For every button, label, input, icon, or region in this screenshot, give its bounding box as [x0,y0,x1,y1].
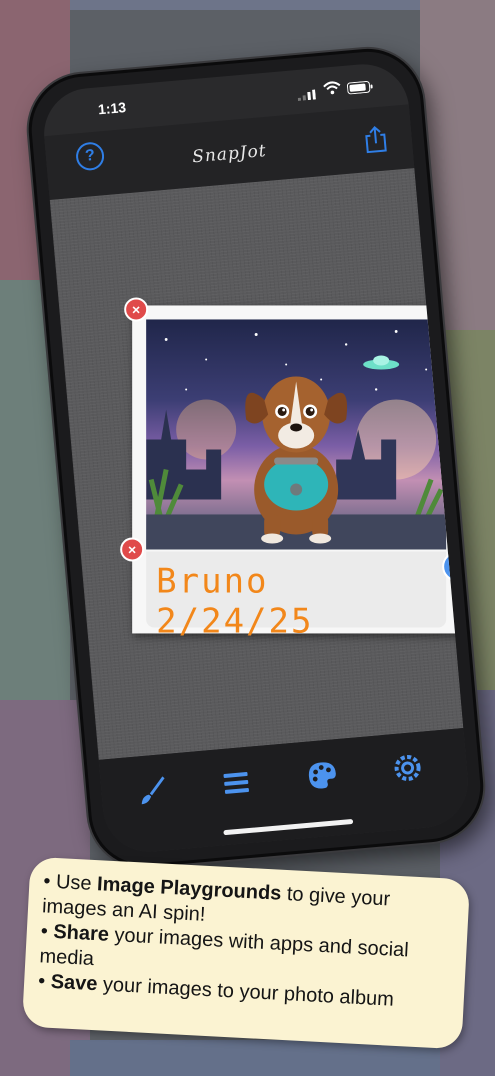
bullet-bold-text: Save [50,970,99,996]
polaroid-note[interactable]: Bruno 2/24/25 × × [120,297,472,641]
dog-illustration [146,330,447,550]
bullet-prefix: • [37,970,52,993]
wifi-icon [322,80,342,100]
delete-caption-button[interactable]: × [120,537,145,562]
share-button[interactable] [363,124,390,159]
canvas-area[interactable]: Bruno 2/24/25 × × [49,168,472,760]
promo-screenshot: 1:13 ? SnapJot Bruno 2/24/25 × × • Use I… [0,0,495,1076]
lines-menu-icon [223,772,249,794]
home-indicator [223,818,354,836]
share-icon [365,125,387,154]
caption-area[interactable]: Bruno 2/24/25 [146,551,447,641]
tab-draw[interactable] [134,772,171,809]
settings-icon [394,754,421,781]
feature-info-card: • Use Image Playgrounds to give your ima… [21,856,471,1050]
bullet-bold-text: Share [52,920,110,946]
status-time: 1:13 [97,99,127,118]
phone-frame: 1:13 ? SnapJot Bruno 2/24/25 × × [24,44,488,872]
dog-photo[interactable] [146,319,447,550]
close-icon: × [128,541,137,558]
bullet-prefix: • [40,920,54,943]
paintbrush-icon [141,776,165,805]
delete-photo-button[interactable]: × [124,297,149,322]
palette-icon [308,762,336,789]
phone-screen: 1:13 ? SnapJot Bruno 2/24/25 × × [40,60,472,856]
battery-icon [346,79,374,99]
feature-list: • Use Image Playgrounds to give your ima… [38,869,456,1015]
bullet-prefix: • Use [42,870,98,896]
tab-layers[interactable] [218,765,255,802]
tab-settings[interactable] [389,750,426,787]
close-icon: × [132,301,141,318]
handwritten-caption: Bruno 2/24/25 [156,561,314,642]
tab-colors[interactable] [304,757,341,794]
cellular-signal-icon [297,86,317,106]
